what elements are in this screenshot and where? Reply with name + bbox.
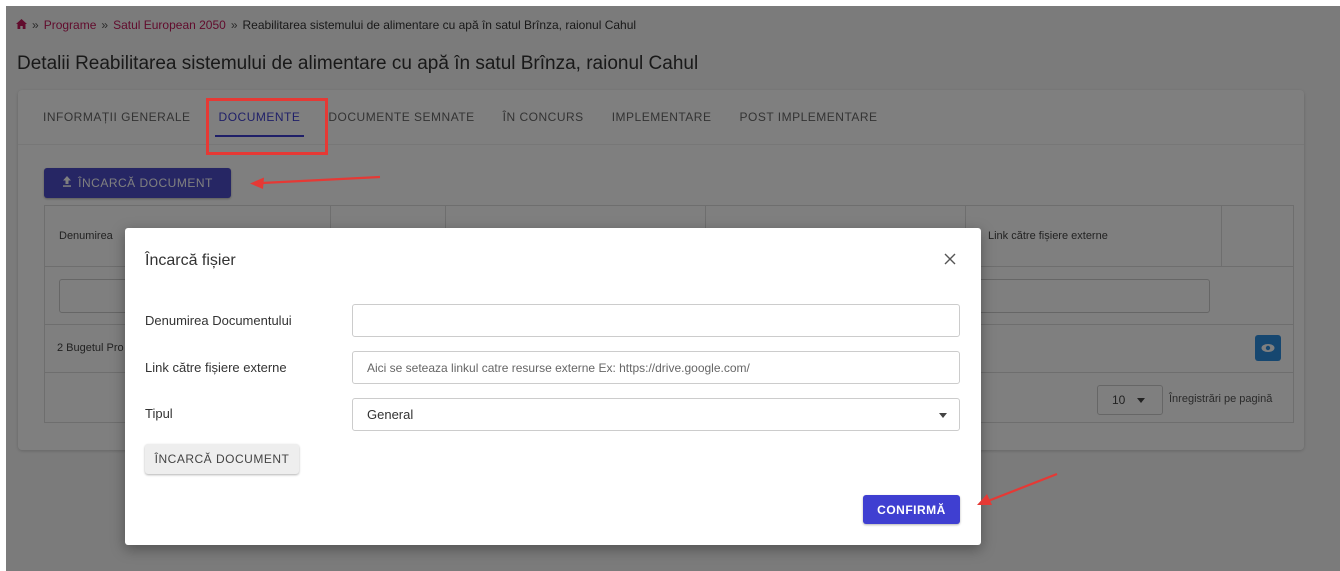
type-select[interactable]: General: [352, 398, 960, 431]
close-icon: [944, 253, 956, 265]
annotation-highlight-box: [206, 98, 328, 155]
external-link-input[interactable]: [352, 351, 960, 384]
external-link-label: Link către fișiere externe: [145, 360, 287, 375]
confirm-button[interactable]: CONFIRMĂ: [863, 495, 960, 524]
document-name-input[interactable]: [352, 304, 960, 337]
close-button[interactable]: [941, 250, 959, 268]
document-name-label: Denumirea Documentului: [145, 313, 292, 328]
modal-title: Încarcă fișier: [145, 252, 236, 269]
chevron-down-icon: [939, 413, 947, 418]
upload-file-modal: Încarcă fișier Denumirea Documentului Li…: [125, 228, 981, 545]
type-select-value: General: [367, 407, 414, 422]
modal-upload-document-button[interactable]: ÎNCARCĂ DOCUMENT: [145, 444, 299, 474]
type-label: Tipul: [145, 406, 173, 421]
